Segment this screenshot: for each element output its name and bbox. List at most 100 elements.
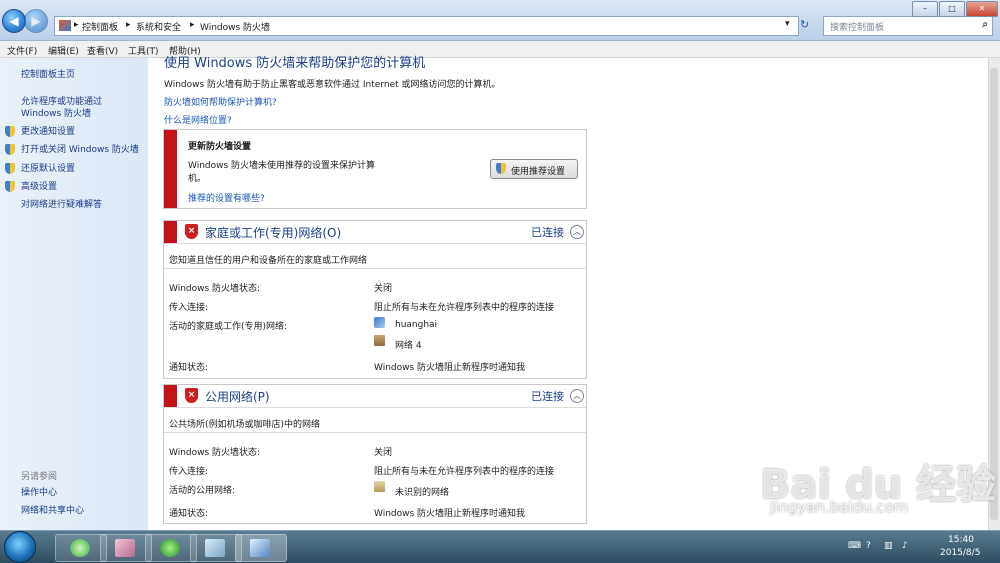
public-bench-icon bbox=[374, 481, 385, 492]
alert-bar bbox=[164, 130, 177, 208]
intro-text: Windows 防火墙有助于防止黑客或恶意软件通过 Internet 或网络访问… bbox=[164, 80, 501, 90]
uac-shield-icon bbox=[496, 163, 506, 174]
firewall-off-shield-icon: × bbox=[185, 224, 198, 239]
firewall-state-label: Windows 防火墙状态: bbox=[169, 284, 261, 294]
sidebar-item-troubleshoot[interactable]: 对网络进行疑难解答 bbox=[21, 199, 102, 211]
notes-icon bbox=[205, 539, 225, 557]
baidu-watermark-url: jingyan.baidu.com bbox=[770, 498, 909, 516]
browser-icon bbox=[70, 539, 90, 557]
close-button[interactable]: ✕ bbox=[966, 1, 998, 17]
clock-date[interactable]: 2015/8/5 bbox=[940, 548, 980, 558]
divider bbox=[164, 243, 586, 244]
home-network-description: 您知道且信任的用户和设备所在的家庭或工作网络 bbox=[169, 256, 368, 266]
menu-file[interactable]: 文件(F) bbox=[7, 44, 37, 57]
search-input[interactable]: 搜索控制面板 ⌕ bbox=[823, 16, 993, 36]
minimize-button[interactable]: – bbox=[912, 1, 938, 17]
firewall-off-shield-icon: × bbox=[185, 388, 198, 403]
menu-edit[interactable]: 编辑(E) bbox=[48, 44, 79, 57]
sidebar: 控制面板主页 允许程序或功能通过 Windows 防火墙 更改通知设置 打开或关… bbox=[0, 58, 148, 530]
maximize-button[interactable]: □ bbox=[939, 1, 965, 17]
control-panel-icon bbox=[250, 539, 270, 557]
network-globe-icon bbox=[374, 317, 385, 328]
public-network-description: 公共场所(例如机场或咖啡店)中的网络 bbox=[169, 420, 321, 430]
notify-value: Windows 防火墙阻止新程序时通知我 bbox=[374, 363, 526, 373]
public-network-title[interactable]: 公用网络(P) bbox=[205, 388, 270, 405]
start-button[interactable] bbox=[4, 531, 36, 563]
sidebar-item-restore-defaults[interactable]: 还原默认设置 bbox=[21, 163, 75, 175]
home-network-title[interactable]: 家庭或工作(专用)网络(O) bbox=[205, 224, 341, 241]
sidebar-action-center[interactable]: 操作中心 bbox=[21, 487, 57, 499]
clock-time[interactable]: 15:40 bbox=[948, 535, 974, 545]
sidebar-item-allow-programs[interactable]: 允许程序或功能通过 Windows 防火墙 bbox=[21, 96, 145, 120]
breadcrumb-system-security[interactable]: 系统和安全 bbox=[136, 20, 181, 33]
active-network-name-2: 网络 4 bbox=[395, 341, 422, 351]
breadcrumb-control-panel[interactable]: 控制面板 bbox=[82, 20, 118, 33]
use-recommended-button[interactable]: 使用推荐设置 bbox=[490, 159, 578, 179]
active-network-name: 未识别的网络 bbox=[395, 488, 450, 498]
incoming-value: 阻止所有与未在允许程序列表中的程序的连接 bbox=[374, 303, 555, 313]
notify-label: 通知状态: bbox=[169, 509, 209, 519]
keyboard-icon[interactable]: ⌨ bbox=[848, 541, 861, 551]
sidebar-item-toggle-firewall[interactable]: 打开或关闭 Windows 防火墙 bbox=[21, 144, 139, 156]
update-description: Windows 防火墙未使用推荐的设置来保护计算 bbox=[188, 161, 376, 171]
sidebar-home-link[interactable]: 控制面板主页 bbox=[21, 69, 75, 81]
menu-view[interactable]: 查看(V) bbox=[87, 44, 118, 57]
network-icon[interactable]: ▥ bbox=[884, 541, 893, 551]
search-placeholder: 搜索控制面板 bbox=[830, 23, 885, 33]
divider bbox=[164, 268, 586, 269]
breadcrumb-separator: ▸ bbox=[126, 20, 131, 30]
sidebar-network-sharing[interactable]: 网络和共享中心 bbox=[21, 505, 84, 517]
volume-icon[interactable]: ♪ bbox=[902, 541, 908, 551]
address-bar[interactable]: ▸ 控制面板 ▸ 系统和安全 ▸ Windows 防火墙 ▾ bbox=[54, 16, 799, 36]
address-dropdown-icon[interactable]: ▾ bbox=[785, 19, 790, 29]
breadcrumb-firewall[interactable]: Windows 防火墙 bbox=[200, 20, 270, 33]
home-network-panel: × 家庭或工作(专用)网络(O) 已连接 ︿ 您知道且信任的用户和设备所在的家庭… bbox=[163, 220, 587, 379]
incoming-label: 传入连接: bbox=[169, 467, 209, 477]
recommended-settings-link[interactable]: 推荐的设置有哪些? bbox=[188, 191, 265, 204]
incoming-label: 传入连接: bbox=[169, 303, 209, 313]
notify-label: 通知状态: bbox=[169, 363, 209, 373]
home-network-icon bbox=[374, 335, 385, 346]
home-network-status: 已连接 bbox=[531, 226, 564, 239]
forward-button[interactable]: ▶ bbox=[24, 9, 48, 33]
see-also-heading: 另请参阅 bbox=[21, 472, 58, 482]
breadcrumb-separator: ▸ bbox=[74, 20, 79, 30]
sidebar-item-notify-settings[interactable]: 更改通知设置 bbox=[21, 126, 75, 138]
control-panel-icon bbox=[59, 20, 71, 31]
search-icon[interactable]: ⌕ bbox=[982, 19, 988, 30]
public-network-panel: × 公用网络(P) 已连接 ︿ 公共场所(例如机场或咖啡店)中的网络 Windo… bbox=[163, 384, 587, 524]
back-button[interactable]: ◀ bbox=[2, 9, 26, 33]
refresh-icon[interactable]: ↻ bbox=[800, 18, 809, 31]
alert-bar bbox=[164, 385, 177, 407]
collapse-chevron-icon[interactable]: ︿ bbox=[570, 225, 584, 239]
menu-bar: 文件(F) 编辑(E) 查看(V) 工具(T) 帮助(H) bbox=[0, 41, 1000, 58]
menu-tools[interactable]: 工具(T) bbox=[128, 44, 159, 57]
notify-value: Windows 防火墙阻止新程序时通知我 bbox=[374, 509, 526, 519]
update-settings-panel: 更新防火墙设置 Windows 防火墙未使用推荐的设置来保护计算 机。 使用推荐… bbox=[163, 129, 587, 209]
firewall-state-label: Windows 防火墙状态: bbox=[169, 448, 261, 458]
update-description-cont: 机。 bbox=[188, 174, 207, 184]
divider bbox=[164, 407, 586, 408]
uac-shield-icon bbox=[5, 163, 15, 174]
network-location-link[interactable]: 什么是网络位置? bbox=[164, 113, 232, 126]
active-network-label: 活动的家庭或工作(专用)网络: bbox=[169, 322, 288, 332]
use-recommended-label: 使用推荐设置 bbox=[511, 167, 566, 177]
firewall-state-value: 关闭 bbox=[374, 448, 393, 458]
how-firewall-helps-link[interactable]: 防火墙如何帮助保护计算机? bbox=[164, 95, 277, 108]
help-icon[interactable]: ? bbox=[866, 541, 871, 551]
firewall-state-value: 关闭 bbox=[374, 284, 393, 294]
active-network-label: 活动的公用网络: bbox=[169, 486, 236, 496]
page-title: 使用 Windows 防火墙来帮助保护您的计算机 bbox=[164, 56, 426, 71]
breadcrumb-separator: ▸ bbox=[190, 20, 195, 30]
update-title: 更新防火墙设置 bbox=[188, 142, 252, 152]
uac-shield-icon bbox=[5, 126, 15, 137]
photo-icon bbox=[115, 539, 135, 557]
sidebar-item-advanced[interactable]: 高级设置 bbox=[21, 181, 57, 193]
uac-shield-icon bbox=[5, 181, 15, 192]
collapse-chevron-icon[interactable]: ︿ bbox=[570, 389, 584, 403]
taskbar-app-control-panel[interactable] bbox=[235, 534, 287, 562]
active-network-name: huanghai bbox=[395, 320, 438, 330]
app-green-icon bbox=[160, 539, 180, 557]
alert-bar bbox=[164, 221, 177, 243]
incoming-value: 阻止所有与未在允许程序列表中的程序的连接 bbox=[374, 467, 555, 477]
